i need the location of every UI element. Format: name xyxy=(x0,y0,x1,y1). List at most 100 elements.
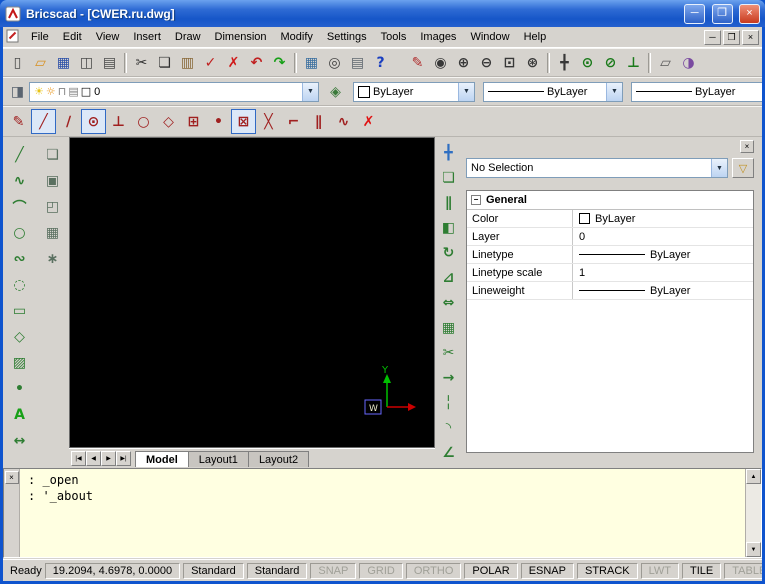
lineweight-combo[interactable]: ByLayer ▼ xyxy=(631,82,762,102)
esnap-extension-icon[interactable]: ⌐ xyxy=(281,109,306,134)
render-icon[interactable]: ◑ xyxy=(677,51,700,74)
spline-icon[interactable]: ∾ xyxy=(8,247,32,271)
help-icon[interactable]: ? xyxy=(369,51,392,74)
maximize-restore-button[interactable]: ❐ xyxy=(712,4,733,24)
open-folder-icon[interactable]: ▱ xyxy=(29,51,52,74)
collapse-icon[interactable]: − xyxy=(471,195,481,205)
sketch-icon[interactable]: ✎ xyxy=(406,51,429,74)
dropdown-arrow-icon[interactable]: ▼ xyxy=(302,83,318,101)
property-value[interactable]: ByLayer xyxy=(573,210,753,227)
mirror-icon[interactable]: ◧ xyxy=(437,216,461,240)
create-block-icon[interactable]: ▣ xyxy=(41,169,65,193)
property-row[interactable]: Linetype scale 1 xyxy=(467,264,753,282)
settings-icon[interactable]: ▤ xyxy=(346,51,369,74)
hide-entities-icon[interactable]: ⊘ xyxy=(599,51,622,74)
tab-model[interactable]: Model xyxy=(135,451,189,467)
property-value[interactable]: ByLayer xyxy=(573,282,753,299)
esnap-quadrant-icon[interactable]: ◇ xyxy=(156,109,181,134)
tablet-toggle[interactable]: TABLET xyxy=(724,563,762,579)
property-row[interactable]: Layer 0 xyxy=(467,228,753,246)
rotate-icon[interactable]: ↻ xyxy=(437,241,461,265)
esnap-point-icon[interactable]: • xyxy=(206,109,231,134)
strack-toggle[interactable]: STRACK xyxy=(577,563,638,579)
scrollbar-track[interactable] xyxy=(746,484,761,542)
mdi-restore-button[interactable]: ❐ xyxy=(723,30,740,45)
command-scrollbar[interactable]: ▲ ▼ xyxy=(745,469,761,557)
copy-icon[interactable]: ❏ xyxy=(153,51,176,74)
mdi-minimize-button[interactable]: ─ xyxy=(704,30,721,45)
scale-icon[interactable]: ⊿ xyxy=(437,266,461,290)
menu-file[interactable]: File xyxy=(24,28,56,46)
ellipse-icon[interactable]: ◌ xyxy=(8,273,32,297)
drawing-canvas[interactable]: Y W xyxy=(69,137,435,448)
menu-draw[interactable]: Draw xyxy=(168,28,208,46)
menu-help[interactable]: Help xyxy=(517,28,554,46)
find-icon[interactable]: ◎ xyxy=(323,51,346,74)
esnap-perpendicular-icon[interactable]: ⊥ xyxy=(106,109,131,134)
attach-image-icon[interactable]: ▦ xyxy=(41,221,65,245)
mdi-close-button[interactable]: × xyxy=(742,30,759,45)
line-icon[interactable]: ╱ xyxy=(8,143,32,167)
property-row[interactable]: Lineweight ByLayer xyxy=(467,282,753,300)
chamfer-icon[interactable]: ∠ xyxy=(437,441,461,465)
move-icon[interactable]: ╋ xyxy=(437,141,461,165)
menu-insert[interactable]: Insert xyxy=(126,28,168,46)
pan-icon[interactable]: ╋ xyxy=(553,51,576,74)
cut-icon[interactable]: ✂ xyxy=(130,51,153,74)
dropdown-arrow-icon[interactable]: ▼ xyxy=(458,83,474,101)
linetype-combo[interactable]: ByLayer ▼ xyxy=(483,82,623,102)
extend-icon[interactable]: → xyxy=(437,366,461,390)
insert-block-icon[interactable]: ❏ xyxy=(41,143,65,167)
property-value[interactable]: 1 xyxy=(573,264,753,281)
dropdown-arrow-icon[interactable]: ▼ xyxy=(606,83,622,101)
esnap-settings-icon[interactable]: ✎ xyxy=(6,109,31,134)
layer-explorer-icon[interactable]: ◨ xyxy=(6,80,29,103)
property-row[interactable]: Color ByLayer xyxy=(467,210,753,228)
tab-last-button[interactable]: ▶| xyxy=(116,451,131,466)
properties-section-header[interactable]: − General xyxy=(467,191,753,210)
hatch-icon[interactable]: ▨ xyxy=(8,351,32,375)
menu-edit[interactable]: Edit xyxy=(56,28,89,46)
copy-entities-icon[interactable]: ❏ xyxy=(437,166,461,190)
command-panel-grip[interactable]: × xyxy=(4,469,20,557)
command-history[interactable]: : _open: '_about xyxy=(20,469,745,557)
print-preview-icon[interactable]: ◫ xyxy=(75,51,98,74)
layer-combo[interactable]: ☀☼⊓▤□ 0 ▼ xyxy=(29,82,319,102)
polyline-icon[interactable]: ∿ xyxy=(8,169,32,193)
property-value[interactable]: ByLayer xyxy=(573,246,753,263)
status-text-style[interactable]: Standard xyxy=(183,563,244,579)
dimension-icon[interactable]: ↔ xyxy=(8,429,32,453)
break-icon[interactable]: ╎ xyxy=(437,391,461,415)
menu-view[interactable]: View xyxy=(89,28,127,46)
status-dim-style[interactable]: Standard xyxy=(247,563,308,579)
visibility-icon[interactable]: ⊙ xyxy=(576,51,599,74)
polar-toggle[interactable]: POLAR xyxy=(464,563,517,579)
zoom-in-icon[interactable]: ⊕ xyxy=(452,51,475,74)
point-icon[interactable]: • xyxy=(8,377,32,401)
esnap-parallel-icon[interactable]: ∥ xyxy=(306,109,331,134)
minimize-button[interactable]: ─ xyxy=(684,4,705,24)
tab-prev-button[interactable]: ◀ xyxy=(86,451,101,466)
save-icon[interactable]: ▦ xyxy=(52,51,75,74)
trim-icon[interactable]: ✂ xyxy=(437,341,461,365)
menu-dimension[interactable]: Dimension xyxy=(208,28,274,46)
ucs-icon[interactable]: ⊥ xyxy=(622,51,645,74)
esnap-nearest-icon[interactable]: ∿ xyxy=(331,109,356,134)
text-icon[interactable]: A xyxy=(8,403,32,427)
tile-toggle[interactable]: TILE xyxy=(682,563,721,579)
explode-icon[interactable]: ∗ xyxy=(41,247,65,271)
tab-next-button[interactable]: ▶ xyxy=(101,451,116,466)
quick-select-icon[interactable]: ▽ xyxy=(732,158,754,178)
esnap-midpoint-icon[interactable]: ∕ xyxy=(56,109,81,134)
menu-tools[interactable]: Tools xyxy=(374,28,414,46)
print-icon[interactable]: ▤ xyxy=(98,51,121,74)
scroll-up-icon[interactable]: ▲ xyxy=(746,469,761,484)
arc-icon[interactable]: ⌒ xyxy=(8,195,32,219)
lwt-toggle[interactable]: LWT xyxy=(641,563,679,579)
esnap-toggle[interactable]: ESNAP xyxy=(521,563,574,579)
new-file-icon[interactable]: ▯ xyxy=(6,51,29,74)
offset-icon[interactable]: ∥ xyxy=(437,191,461,215)
paste-icon[interactable]: ▥ xyxy=(176,51,199,74)
array-icon[interactable]: ▦ xyxy=(437,316,461,340)
redo-icon[interactable]: ↷ xyxy=(268,51,291,74)
